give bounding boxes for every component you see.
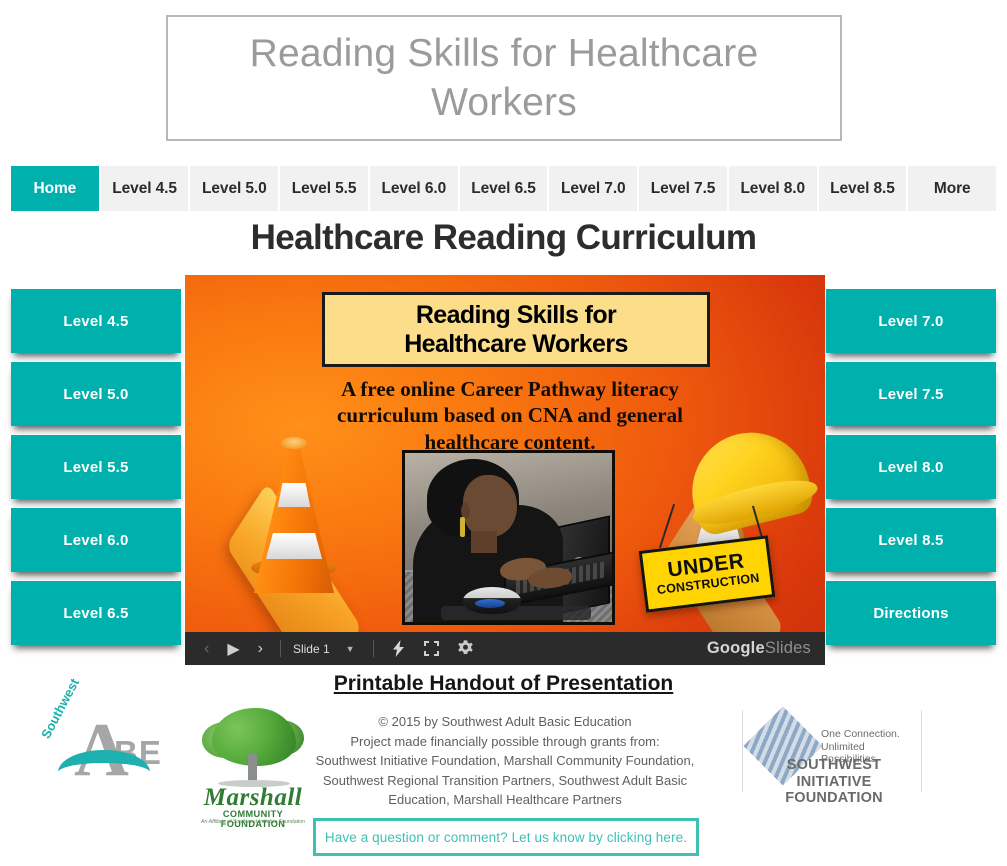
nav-label: Level 4.5 (112, 179, 177, 197)
right-level-buttons: Level 7.0 Level 7.5 Level 8.0 Level 8.5 … (826, 289, 996, 654)
slide-title-line-1: Reading Skills for (415, 300, 617, 329)
level-button-label: Level 6.0 (63, 531, 129, 549)
play-icon[interactable]: ▶ (218, 639, 248, 659)
slide-title-line-2: Healthcare Workers (404, 329, 628, 358)
nav-label: Level 5.0 (202, 179, 267, 197)
marshall-tagline: An Affiliate of Southwest Initiative Fou… (201, 819, 305, 825)
credit-line: Southwest Regional Transition Partners, … (322, 772, 688, 788)
nav-label: Level 8.0 (740, 179, 806, 197)
level-button-6-5[interactable]: Level 6.5 (11, 581, 181, 645)
level-button-4-5[interactable]: Level 4.5 (11, 289, 181, 353)
nav-item-level-5-5[interactable]: Level 5.5 (280, 166, 370, 211)
level-button-label: Directions (873, 604, 949, 622)
level-button-label: Level 5.0 (63, 385, 129, 403)
google-slides-embed[interactable]: UNDER CONSTRUCTION Reading Skills for He… (185, 275, 825, 665)
construction-cone-hardhat-icon: UNDER CONSTRUCTION (638, 420, 821, 632)
divider (279, 640, 281, 657)
level-button-label: Level 8.0 (878, 458, 944, 476)
nav-item-home[interactable]: Home (11, 166, 101, 211)
slide-title-box: Reading Skills for Healthcare Workers (322, 292, 710, 367)
nav-item-level-4-5[interactable]: Level 4.5 (100, 166, 191, 211)
credit-line: © 2015 by Southwest Adult Basic Educatio… (378, 714, 632, 729)
nav-item-level-6-5[interactable]: Level 6.5 (459, 166, 550, 211)
level-button-label: Level 6.5 (63, 604, 129, 622)
level-button-label: Level 4.5 (63, 312, 129, 330)
level-button-label: Level 7.0 (878, 312, 944, 330)
nav-label: More (933, 179, 971, 197)
google-slides-branding: GoogleSlides (707, 639, 815, 658)
level-button-label: Level 5.5 (63, 458, 129, 476)
nav-label: Level 5.5 (291, 179, 357, 197)
nav-item-level-8-5[interactable]: Level 8.5 (818, 166, 909, 211)
chevron-down-icon[interactable]: ▼ (334, 644, 365, 654)
directions-button[interactable]: Directions (826, 581, 996, 645)
gear-icon[interactable] (448, 640, 483, 657)
nav-label: Level 8.5 (830, 179, 895, 197)
slide-number-label[interactable]: Slide 1 (289, 642, 334, 656)
level-button-label: Level 8.5 (878, 531, 944, 549)
marshall-community-foundation-logo: Marshall COMMUNITY FOUNDATION An Affilia… (190, 706, 316, 829)
site-header-banner: Reading Skills for Healthcare Workers (166, 15, 842, 141)
printable-handout-link[interactable]: Printable Handout of Presentation (0, 672, 1007, 696)
level-button-label: Level 7.5 (878, 385, 944, 403)
nav-item-level-5-0[interactable]: Level 5.0 (190, 166, 281, 211)
traffic-cone-icon (209, 435, 379, 632)
brand-slides: Slides (764, 639, 811, 657)
swif-tagline-1: One Connection. (821, 728, 900, 740)
level-button-5-0[interactable]: Level 5.0 (11, 362, 181, 426)
abe-arc-shape (58, 750, 150, 794)
marshall-name: Marshall (203, 784, 303, 811)
level-button-8-0[interactable]: Level 8.0 (826, 435, 996, 499)
credit-line: Project made financially possible throug… (350, 733, 660, 749)
page-title: Healthcare Reading Curriculum (250, 218, 757, 257)
southwest-initiative-foundation-logo: One Connection. Unlimited Possibilities.… (742, 706, 922, 806)
level-button-5-5[interactable]: Level 5.5 (11, 435, 181, 499)
nav-label: Level 6.5 (471, 179, 536, 197)
swif-name: SOUTHWEST INITIATIVE FOUNDATION (785, 757, 883, 807)
divider (372, 640, 374, 657)
footer-credits: © 2015 by Southwest Adult Basic Educatio… (300, 712, 710, 810)
site-title: Reading Skills for Healthcare Workers (249, 31, 759, 124)
slide-subtitle: A free online Career Pathway literacy cu… (337, 377, 683, 454)
chevron-left-icon[interactable]: ‹ (195, 640, 218, 658)
nav-item-level-6-0[interactable]: Level 6.0 (369, 166, 460, 211)
contact-link-box[interactable]: Have a question or comment? Let us know … (313, 818, 699, 856)
woman-at-laptop-photo (402, 450, 615, 625)
fullscreen-icon[interactable] (415, 641, 448, 656)
nav-label: Level 7.5 (650, 179, 716, 197)
main-navigation: Home Level 4.5 Level 5.0 Level 5.5 Level… (11, 166, 997, 211)
chevron-right-icon[interactable]: › (249, 640, 272, 658)
slide-canvas: UNDER CONSTRUCTION Reading Skills for He… (185, 275, 825, 632)
southwest-abe-logo: A BE Southwest (36, 676, 166, 806)
level-button-6-0[interactable]: Level 6.0 (11, 508, 181, 572)
credit-line: Education, Marshall Healthcare Partners (388, 792, 622, 807)
nav-item-level-8-0[interactable]: Level 8.0 (728, 166, 819, 211)
level-button-7-0[interactable]: Level 7.0 (826, 289, 996, 353)
brand-google: Google (706, 639, 765, 657)
nav-label: Level 6.0 (381, 179, 447, 197)
nav-item-more[interactable]: More (908, 166, 997, 211)
nav-label: Level 7.0 (560, 179, 626, 197)
nav-item-level-7-5[interactable]: Level 7.5 (639, 166, 729, 211)
nav-item-level-7-0[interactable]: Level 7.0 (549, 166, 640, 211)
credit-line: Southwest Initiative Foundation, Marshal… (315, 753, 695, 768)
nav-label: Home (33, 179, 77, 197)
lightning-icon[interactable] (382, 640, 415, 657)
level-button-7-5[interactable]: Level 7.5 (826, 362, 996, 426)
level-button-8-5[interactable]: Level 8.5 (826, 508, 996, 572)
slides-control-bar: ‹ ▶ › Slide 1 ▼ GoogleSlides (185, 632, 825, 665)
left-level-buttons: Level 4.5 Level 5.0 Level 5.5 Level 6.0 … (11, 289, 181, 654)
contact-link-text: Have a question or comment? Let us know … (324, 829, 688, 845)
